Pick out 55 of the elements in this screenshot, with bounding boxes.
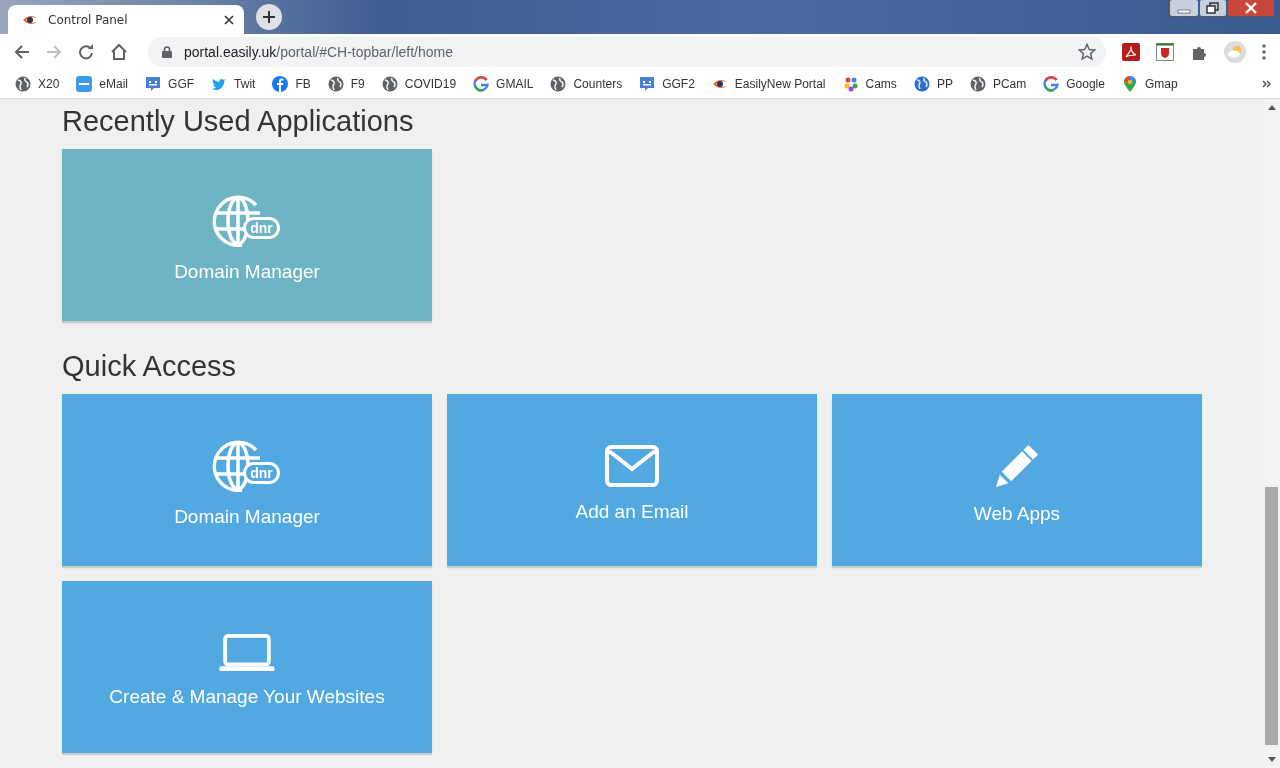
earth-icon bbox=[913, 76, 930, 92]
shield-icon[interactable] bbox=[1156, 43, 1174, 61]
pencil-icon bbox=[994, 443, 1040, 489]
close-icon[interactable] bbox=[224, 14, 234, 25]
globe-icon bbox=[327, 76, 344, 92]
bookmark-link[interactable]: eMail bbox=[76, 76, 129, 92]
bookmark-link[interactable]: GMAIL bbox=[473, 76, 534, 92]
url-text: portal.easily.uk/portal/#CH-topbar/left/home bbox=[184, 44, 454, 60]
bookmark-link[interactable]: GGF2 bbox=[639, 76, 695, 92]
bookmark-link[interactable]: X20 bbox=[15, 76, 60, 92]
bird-icon bbox=[211, 76, 228, 92]
bookmark-link[interactable]: GGF bbox=[145, 76, 195, 92]
browser-tab[interactable]: Control Panel bbox=[8, 5, 244, 34]
star-icon[interactable] bbox=[1078, 43, 1096, 61]
g-logo-icon bbox=[1043, 76, 1060, 92]
bookmark-link[interactable]: Cams bbox=[842, 76, 897, 92]
globe-icon bbox=[15, 76, 31, 92]
scrollbar-thumb[interactable] bbox=[1265, 487, 1278, 745]
tab-title: Control Panel bbox=[48, 12, 129, 27]
bookmark-link[interactable]: PCam bbox=[969, 76, 1027, 92]
chat-icon bbox=[145, 76, 162, 92]
lock-icon bbox=[162, 46, 172, 58]
chevrons-icon[interactable] bbox=[1262, 80, 1272, 88]
bookmark-link[interactable]: Twit bbox=[211, 76, 256, 92]
back-arrow-icon[interactable] bbox=[14, 44, 30, 60]
globe-icon bbox=[381, 76, 398, 92]
bookmark-link[interactable]: COVID19 bbox=[381, 76, 457, 92]
section-heading: Quick Access bbox=[62, 349, 238, 383]
bookmark-link[interactable]: Counters bbox=[550, 76, 623, 92]
chat-icon bbox=[639, 76, 656, 92]
restore-icon[interactable] bbox=[1200, 0, 1226, 16]
menu-icon[interactable] bbox=[1262, 44, 1266, 60]
home-icon[interactable] bbox=[110, 43, 128, 61]
up-arrow-icon[interactable] bbox=[1267, 105, 1276, 110]
reload-icon[interactable] bbox=[78, 44, 94, 60]
pdf-icon[interactable] bbox=[1122, 43, 1140, 61]
mail-app-icon bbox=[76, 76, 93, 92]
globe-icon bbox=[550, 76, 567, 92]
bookmark-link[interactable]: EasilyNew Portal bbox=[711, 76, 826, 92]
new-tab-button[interactable] bbox=[256, 4, 282, 30]
bookmark-link[interactable]: Google bbox=[1043, 76, 1105, 92]
bookmark-link[interactable]: PP bbox=[913, 76, 953, 92]
address-bar[interactable]: portal.easily.uk/portal/#CH-topbar/left/home bbox=[148, 37, 1106, 67]
g-logo-icon bbox=[473, 76, 490, 92]
facebook-icon bbox=[272, 76, 289, 92]
laptop-icon bbox=[218, 634, 276, 672]
bookmark-link[interactable]: Gmap bbox=[1121, 76, 1178, 92]
down-arrow-icon[interactable] bbox=[1267, 757, 1276, 762]
dots-icon bbox=[842, 76, 859, 92]
globe-icon bbox=[969, 76, 986, 92]
bookmark-link[interactable]: F9 bbox=[327, 76, 365, 92]
envelope-icon bbox=[605, 445, 659, 487]
bookmark-link[interactable]: FB bbox=[272, 76, 311, 92]
section-heading: Recently Used Applications bbox=[62, 104, 415, 138]
map-pin-icon bbox=[1121, 76, 1138, 92]
